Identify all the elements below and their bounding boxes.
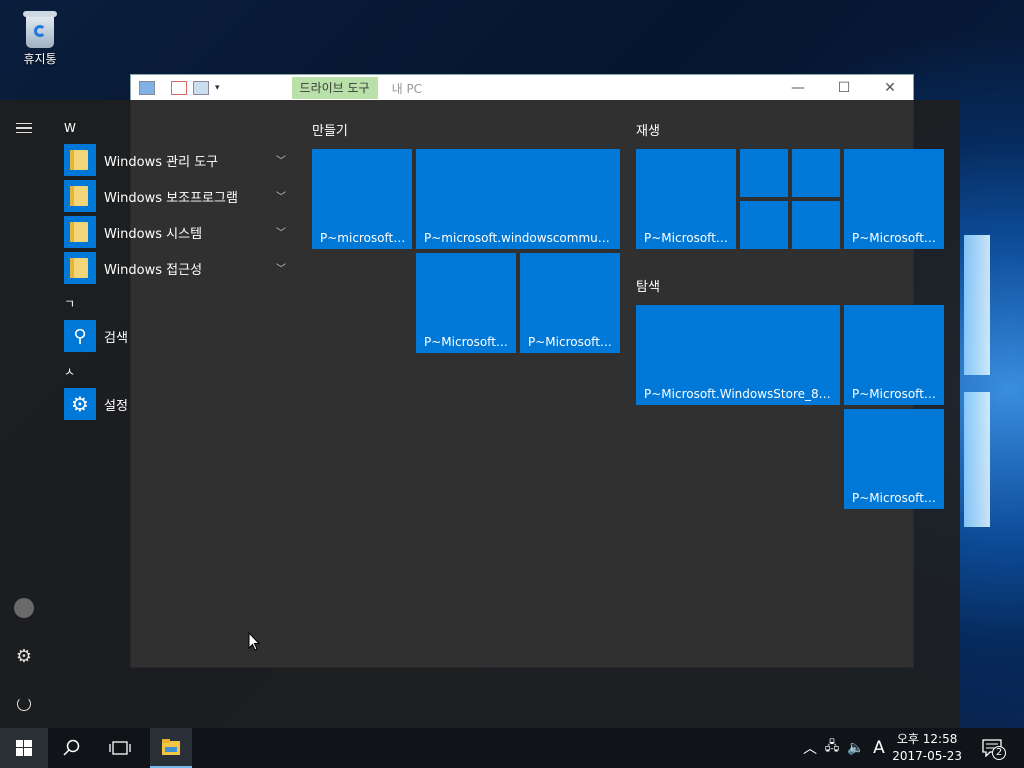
folder-icon xyxy=(64,144,96,176)
start-button[interactable] xyxy=(0,728,48,768)
app-label: Windows 관리 도구 xyxy=(104,154,219,170)
app-label: Windows 보조프로그램 xyxy=(104,190,238,206)
wallpaper-light xyxy=(964,235,990,375)
tile-create-2[interactable]: P~microsoft.windowscommunica... xyxy=(416,149,620,249)
app-list: W Windows 관리 도구 ﹀ Windows 보조프로그램 ﹀ Windo… xyxy=(56,114,296,422)
chevron-down-icon: ﹀ xyxy=(276,264,286,275)
letter-header-w[interactable]: W xyxy=(56,114,296,142)
chevron-down-icon: ﹀ xyxy=(276,156,286,167)
tab-drive-tools[interactable]: 드라이브 도구 xyxy=(291,77,378,99)
recycle-bin-shortcut[interactable]: 휴지통 xyxy=(14,8,66,67)
tile-label: P~Microsoft.... xyxy=(852,491,938,505)
volume-icon[interactable]: 🔈 xyxy=(844,740,868,756)
app-folder-accessories[interactable]: Windows 보조프로그램 ﹀ xyxy=(56,178,296,214)
letter-header-siot[interactable]: ㅅ xyxy=(56,358,296,386)
expand-menu-button[interactable] xyxy=(0,108,48,148)
maximize-button[interactable]: ☐ xyxy=(821,75,867,101)
tile-small[interactable] xyxy=(740,149,788,197)
wallpaper-light xyxy=(964,392,990,527)
clock-date: 2017-05-23 xyxy=(892,749,962,763)
tile-explore-2[interactable]: P~Microsoft.... xyxy=(844,305,944,405)
app-label: Windows 시스템 xyxy=(104,226,203,242)
chevron-down-icon: ﹀ xyxy=(276,228,286,239)
close-button[interactable]: ✕ xyxy=(867,75,913,101)
tile-store[interactable]: P~Microsoft.WindowsStore_8we... xyxy=(636,305,840,405)
app-label: 설정 xyxy=(104,398,128,414)
search-icon xyxy=(63,739,80,756)
notification-count-badge: 2 xyxy=(992,746,1006,760)
new-folder-icon[interactable] xyxy=(193,81,209,95)
search-button[interactable] xyxy=(48,728,96,768)
tile-label: P~Microsoft.... xyxy=(852,387,938,401)
tile-small[interactable] xyxy=(740,201,788,249)
user-icon xyxy=(14,598,34,618)
action-center-button[interactable]: 2 xyxy=(972,728,1012,768)
app-settings[interactable]: ⚙ 설정 xyxy=(56,386,296,422)
system-tray: ︿ 🖧 🔈 A xyxy=(800,728,890,768)
tile-label: P~microsoft.... xyxy=(320,231,406,245)
clock[interactable]: 오후 12:58 2017-05-23 xyxy=(892,731,962,765)
search-icon: ⚲ xyxy=(64,320,96,352)
app-search[interactable]: ⚲ 검색 xyxy=(56,318,296,354)
folder-icon xyxy=(64,180,96,212)
app-label: 검색 xyxy=(104,330,128,346)
tile-label: P~microsoft.windowscommunica... xyxy=(424,231,614,245)
recycle-bin-label: 휴지통 xyxy=(23,52,57,66)
tile-label: P~Microsoft.... xyxy=(852,231,938,245)
computer-icon xyxy=(139,81,155,95)
tile-label: P~Microsoft.... xyxy=(644,231,730,245)
app-folder-admin-tools[interactable]: Windows 관리 도구 ﹀ xyxy=(56,142,296,178)
ime-indicator[interactable]: A xyxy=(868,738,890,758)
app-label: Windows 접근성 xyxy=(104,262,203,278)
mouse-cursor-icon xyxy=(248,632,260,651)
tile-create-3[interactable]: P~Microsoft.... xyxy=(416,253,516,353)
start-menu: ⚙ W Windows 관리 도구 ﹀ Windows 보조프로그램 ﹀ Win… xyxy=(0,100,960,728)
user-account-button[interactable] xyxy=(0,588,48,628)
minimize-button[interactable]: — xyxy=(775,75,821,101)
folder-icon xyxy=(64,252,96,284)
power-icon xyxy=(17,697,31,711)
clock-time: 오후 12:58 xyxy=(896,732,958,746)
gear-icon: ⚙ xyxy=(15,645,33,667)
window-title: 내 PC xyxy=(391,81,423,96)
tile-create-4[interactable]: P~Microsoft.... xyxy=(520,253,620,353)
chevron-down-icon: ﹀ xyxy=(276,192,286,203)
windows-logo-icon xyxy=(16,740,32,756)
power-button[interactable] xyxy=(0,684,48,724)
recycle-bin-icon xyxy=(22,8,58,48)
tile-small[interactable] xyxy=(792,149,840,197)
task-view-button[interactable] xyxy=(96,728,144,768)
tile-label: P~Microsoft.... xyxy=(528,335,614,349)
group-title-explore[interactable]: 탐색 xyxy=(636,276,660,295)
task-view-icon xyxy=(109,741,131,755)
settings-button[interactable]: ⚙ xyxy=(0,636,48,676)
network-icon[interactable]: 🖧 xyxy=(820,737,844,759)
tile-label: P~Microsoft.WindowsStore_8we... xyxy=(644,387,834,401)
folder-icon xyxy=(64,216,96,248)
tile-create-1[interactable]: P~microsoft.... xyxy=(312,149,412,249)
tile-small[interactable] xyxy=(792,201,840,249)
explorer-title-bar[interactable]: ▾ 드라이브 도구 내 PC — ☐ ✕ xyxy=(131,75,913,101)
tile-play-1[interactable]: P~Microsoft.... xyxy=(636,149,736,249)
file-explorer-icon xyxy=(162,739,180,755)
hamburger-icon xyxy=(16,120,32,137)
customize-toolbar-icon[interactable]: ▾ xyxy=(215,83,220,93)
letter-header-giyeok[interactable]: ㄱ xyxy=(56,290,296,318)
show-hidden-icons-button[interactable]: ︿ xyxy=(800,738,820,758)
group-title-create[interactable]: 만들기 xyxy=(312,120,348,139)
taskbar: ︿ 🖧 🔈 A 오후 12:58 2017-05-23 2 xyxy=(0,728,1024,768)
tile-explore-3[interactable]: P~Microsoft.... xyxy=(844,409,944,509)
start-rail: ⚙ xyxy=(0,100,48,728)
properties-icon[interactable] xyxy=(171,81,187,95)
gear-icon: ⚙ xyxy=(64,388,96,420)
app-folder-accessibility[interactable]: Windows 접근성 ﹀ xyxy=(56,250,296,286)
app-folder-system[interactable]: Windows 시스템 ﹀ xyxy=(56,214,296,250)
file-explorer-taskbar-button[interactable] xyxy=(150,728,192,768)
group-title-play[interactable]: 재생 xyxy=(636,120,660,139)
tile-label: P~Microsoft.... xyxy=(424,335,510,349)
tile-play-2[interactable]: P~Microsoft.... xyxy=(844,149,944,249)
